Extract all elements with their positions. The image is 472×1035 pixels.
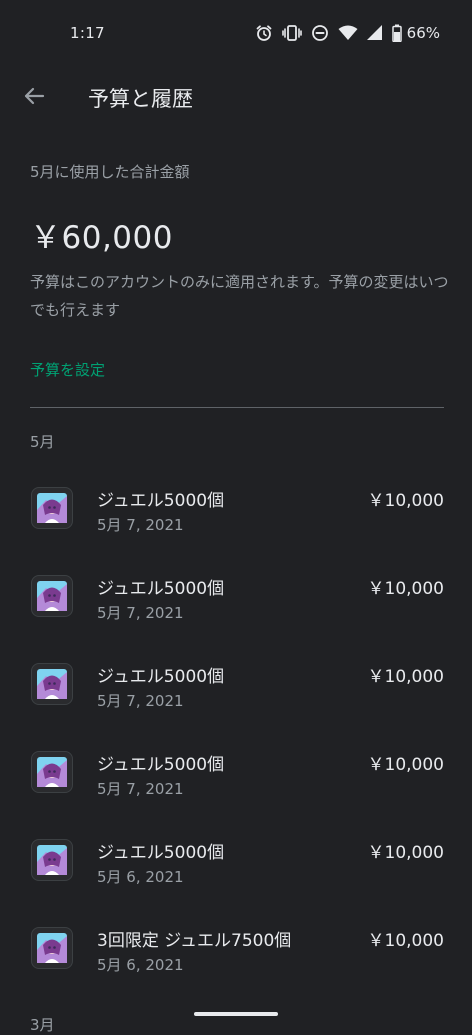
set-budget-link[interactable]: 予算を設定: [30, 359, 105, 380]
budget-note: 予算はこのアカウントのみに適用されます。予算の変更はいつでも行えます: [30, 273, 449, 319]
wifi-icon: [338, 24, 358, 42]
transaction-row[interactable]: ジュエル5000個 5月 6, 2021 ￥10,000: [0, 822, 472, 910]
app-icon: [31, 927, 73, 969]
item-date: 5月 6, 2021: [97, 868, 184, 886]
transaction-row[interactable]: ジュエル5000個 5月 7, 2021 ￥10,000: [0, 470, 472, 558]
app-icon: [31, 663, 73, 705]
status-bar: 1:17 66%: [0, 0, 472, 66]
item-date: 5月 7, 2021: [97, 516, 184, 534]
app-icon: [31, 751, 73, 793]
status-time: 1:17: [70, 24, 105, 42]
transaction-row[interactable]: ジュエル5000個 5月 7, 2021 ￥10,000: [0, 646, 472, 734]
item-price: ￥10,000: [367, 931, 444, 951]
app-icon: [31, 839, 73, 881]
spending-summary-label: 5月に使用した合計金額: [30, 163, 190, 181]
battery-icon: [391, 24, 402, 42]
divider: [30, 407, 444, 408]
item-name: ジュエル5000個: [97, 667, 225, 687]
item-price: ￥10,000: [367, 579, 444, 599]
month-header: 5月: [30, 433, 55, 451]
app-icon: [31, 487, 73, 529]
do-not-disturb-icon: [311, 24, 329, 42]
app-bar: 予算と履歴: [0, 66, 472, 130]
item-date: 5月 6, 2021: [97, 956, 184, 974]
back-button[interactable]: [18, 82, 50, 114]
gesture-navigation-bar[interactable]: [194, 1012, 278, 1016]
page-title: 予算と履歴: [88, 87, 193, 111]
vibrate-icon: [281, 24, 302, 42]
item-name: ジュエル5000個: [97, 579, 225, 599]
item-date: 5月 7, 2021: [97, 692, 184, 710]
signal-icon: [366, 24, 383, 42]
status-icons: 66%: [255, 22, 440, 44]
app-icon: [31, 575, 73, 617]
transaction-row[interactable]: 3回限定 ジュエル7500個 5月 6, 2021 ￥10,000: [0, 910, 472, 998]
item-name: 3回限定 ジュエル7500個: [97, 931, 292, 951]
item-name: ジュエル5000個: [97, 491, 225, 511]
item-name: ジュエル5000個: [97, 843, 225, 863]
item-name: ジュエル5000個: [97, 755, 225, 775]
item-price: ￥10,000: [367, 755, 444, 775]
transaction-row[interactable]: ジュエル5000個 5月 7, 2021 ￥10,000: [0, 558, 472, 646]
battery-percent: 66%: [406, 24, 440, 42]
next-month-header: 3月: [30, 1016, 55, 1034]
total-amount: ￥60,000: [30, 220, 173, 256]
alarm-icon: [255, 24, 273, 42]
item-date: 5月 7, 2021: [97, 780, 184, 798]
item-price: ￥10,000: [367, 491, 444, 511]
arrow-back-icon: [23, 85, 45, 111]
transaction-row[interactable]: ジュエル5000個 5月 7, 2021 ￥10,000: [0, 734, 472, 822]
item-date: 5月 7, 2021: [97, 604, 184, 622]
item-price: ￥10,000: [367, 843, 444, 863]
item-price: ￥10,000: [367, 667, 444, 687]
